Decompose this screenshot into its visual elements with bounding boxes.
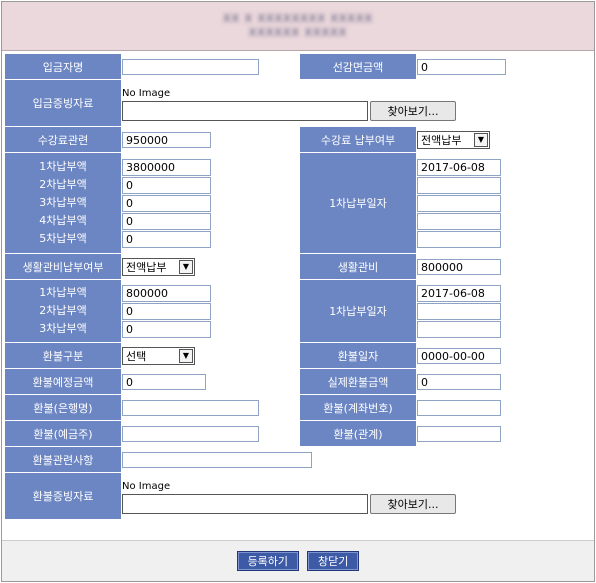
refund-proof-file-path[interactable] [122, 494, 368, 514]
refund-proof-browse-button[interactable]: 찾아보기... [370, 494, 456, 514]
living-installment-1-label: 1차납부액 [39, 286, 87, 299]
refund-planned-label: 환불예정금액 [5, 369, 121, 394]
refund-type-select-value: 선택 [126, 349, 147, 363]
deposit-proof-label: 입금증빙자료 [5, 80, 121, 126]
living-date-label: 1차납부일자 [300, 280, 416, 342]
tuition-installment-4-input[interactable]: 0 [122, 212, 211, 230]
depositor-label: 입금자명 [5, 54, 121, 79]
deposit-proof-browse-button[interactable]: 찾아보기... [370, 101, 456, 121]
refund-planned-input[interactable]: 0 [122, 373, 206, 390]
living-date-3-input[interactable] [417, 320, 501, 338]
refund-notes-input[interactable] [122, 451, 312, 468]
deposit-proof-file-path[interactable] [122, 101, 368, 121]
pre-reduction-input[interactable]: 0 [417, 58, 506, 75]
refund-relation-label: 환불(관계) [300, 421, 416, 446]
refund-holder-input[interactable] [122, 425, 259, 442]
tuition-installment-3-input[interactable]: 0 [122, 194, 211, 212]
refund-proof-file: 찾아보기... [122, 494, 593, 514]
tuition-date-2-input[interactable] [417, 176, 501, 194]
tuition-paid-select[interactable]: 전액납부 ▼ [417, 130, 490, 149]
tuition-installment-3-label: 3차납부액 [39, 196, 87, 209]
living-installment-labels: 1차납부액 2차납부액 3차납부액 [5, 284, 121, 338]
living-paid-select[interactable]: 전액납부 ▼ [122, 257, 195, 276]
pre-reduction-label: 선감면금액 [300, 54, 416, 79]
tuition-date-inputs: 2017-06-08 [417, 158, 593, 249]
header-title-line2: XXXXXX XXXXX [248, 26, 348, 39]
register-button[interactable]: 등록하기 [236, 551, 300, 571]
refund-relation-input[interactable] [417, 425, 501, 442]
tuition-installment-labels: 1차납부액 2차납부액 3차납부액 4차납부액 5차납부액 [5, 158, 121, 248]
header-title-line1: XX X XXXXXXXX XXXXX [222, 12, 374, 25]
tuition-installment-2-input[interactable]: 0 [122, 176, 211, 194]
living-paid-label: 생활관비납부여부 [5, 254, 121, 279]
refund-account-label: 환불(계좌번호) [300, 395, 416, 420]
tuition-paid-label: 수강료 납부여부 [300, 127, 416, 152]
tuition-date-5-input[interactable] [417, 230, 501, 248]
depositor-input[interactable] [122, 58, 259, 75]
living-installment-1-input[interactable]: 800000 [122, 284, 211, 302]
refund-actual-label: 실제환불금액 [300, 369, 416, 394]
tuition-installment-5-input[interactable]: 0 [122, 230, 211, 248]
living-installment-3-label: 3차납부액 [39, 322, 87, 335]
living-date-1-input[interactable]: 2017-06-08 [417, 284, 501, 302]
action-bar: 등록하기 창닫기 [2, 540, 594, 581]
tuition-installment-5-label: 5차납부액 [39, 232, 87, 245]
refund-actual-input[interactable]: 0 [417, 373, 501, 390]
refund-bank-input[interactable] [122, 399, 259, 416]
tuition-date-3-input[interactable] [417, 194, 501, 212]
living-installment-inputs: 800000 0 0 [122, 284, 299, 339]
tuition-installment-1-input[interactable]: 3800000 [122, 158, 211, 176]
tuition-date-4-input[interactable] [417, 212, 501, 230]
refund-date-input[interactable]: 0000-00-00 [417, 347, 501, 364]
page-header: XX X XXXXXXXX XXXXX XXXXXX XXXXX [2, 2, 594, 51]
tuition-date-1-input[interactable]: 2017-06-08 [417, 158, 501, 176]
living-date-2-input[interactable] [417, 302, 501, 320]
refund-type-select[interactable]: 선택 ▼ [122, 346, 195, 365]
refund-bank-label: 환불(은행명) [5, 395, 121, 420]
chevron-down-icon: ▼ [474, 132, 488, 147]
tuition-installment-4-label: 4차납부액 [39, 214, 87, 227]
refund-type-label: 환불구분 [5, 343, 121, 368]
tuition-input[interactable]: 950000 [122, 131, 211, 148]
deposit-proof-noimage: No Image [122, 88, 171, 99]
refund-proof-noimage: No Image [122, 481, 171, 492]
living-installment-2-input[interactable]: 0 [122, 302, 211, 320]
living-installment-3-input[interactable]: 0 [122, 320, 211, 338]
refund-account-input[interactable] [417, 399, 501, 416]
refund-notes-label: 환불관련사항 [5, 447, 121, 472]
tuition-installment-2-label: 2차납부액 [39, 178, 87, 191]
living-fee-input[interactable]: 800000 [417, 258, 501, 275]
tuition-installment-inputs: 3800000 0 0 0 0 [122, 158, 299, 249]
deposit-proof-file: 찾아보기... [122, 101, 593, 121]
living-date-inputs: 2017-06-08 [417, 284, 593, 339]
chevron-down-icon: ▼ [179, 259, 193, 274]
tuition-paid-select-value: 전액납부 [421, 133, 462, 147]
close-window-button[interactable]: 창닫기 [307, 551, 360, 571]
tuition-label: 수강료관련 [5, 127, 121, 152]
living-installment-2-label: 2차납부액 [39, 304, 87, 317]
tuition-installment-1-label: 1차납부액 [39, 160, 87, 173]
payment-form-table: 입금자명 선감면금액 0 입금증빙자료 No Image 찾아보기... 수강료… [4, 53, 594, 520]
tuition-date-label: 1차납부일자 [300, 153, 416, 253]
refund-holder-label: 환불(예금주) [5, 421, 121, 446]
living-paid-select-value: 전액납부 [126, 260, 167, 274]
living-fee-label: 생활관비 [300, 254, 416, 279]
refund-proof-label: 환불증빙자료 [5, 473, 121, 519]
chevron-down-icon: ▼ [179, 348, 193, 363]
refund-date-label: 환불일자 [300, 343, 416, 368]
